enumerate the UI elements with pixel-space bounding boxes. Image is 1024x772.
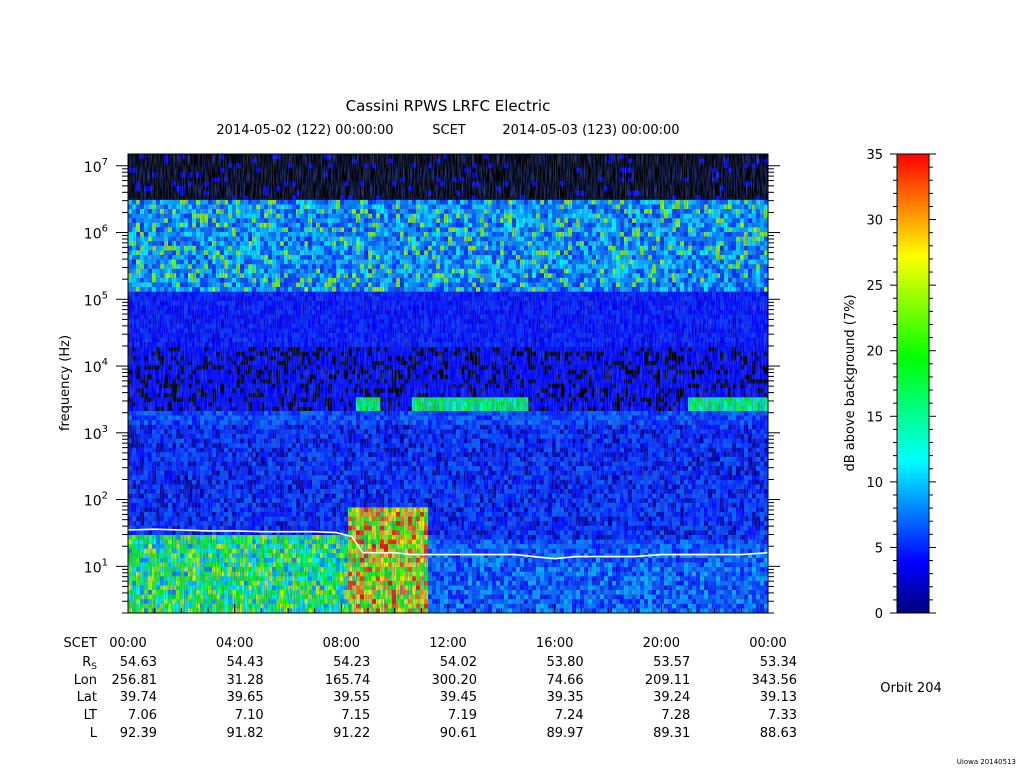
subtitle-frame: SCET (432, 123, 466, 138)
spectrogram-plot-area: 101102103104105106107 (84, 153, 780, 614)
spectrogram-svg: Cassini RPWS LRFC Electric 2014-05-02 (1… (58, 97, 1016, 766)
chart-title: Cassini RPWS LRFC Electric (346, 97, 551, 115)
subtitle-start: 2014-05-02 (122) 00:00:00 (216, 123, 393, 138)
spectrogram-figure: Cassini RPWS LRFC Electric 2014-05-02 (1… (0, 0, 1024, 768)
subtitle-end: 2014-05-03 (123) 00:00:00 (502, 123, 679, 138)
